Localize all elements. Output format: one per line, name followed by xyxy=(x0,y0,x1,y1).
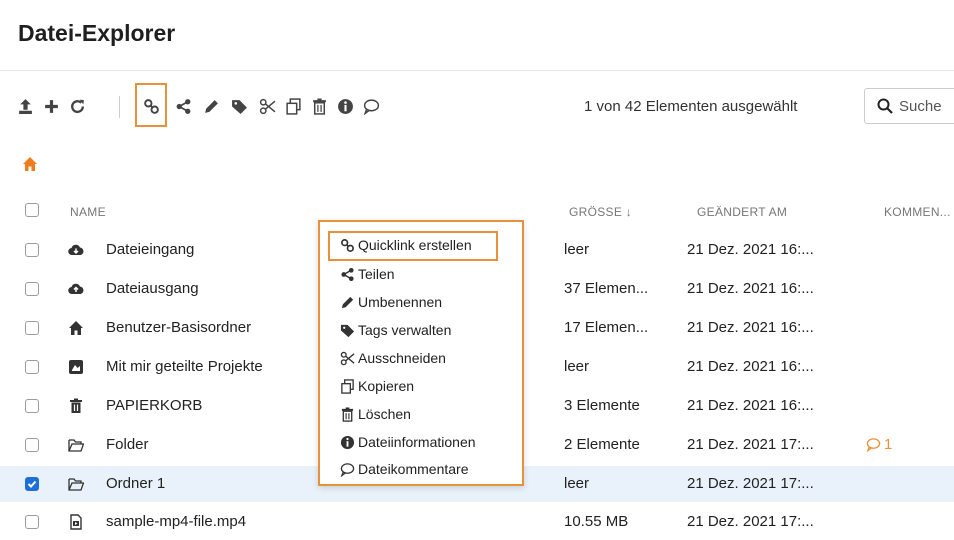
toolbar-separator xyxy=(119,96,120,118)
row-name: Ordner 1 xyxy=(106,475,166,492)
menu-item-label: Dateiinformationen xyxy=(358,434,476,450)
row-size: 17 Elemen... xyxy=(564,319,649,336)
column-header-date[interactable]: GEÄNDERT AM xyxy=(697,205,787,219)
quicklink-icon[interactable] xyxy=(140,88,162,124)
row-date: 21 Dez. 2021 16:... xyxy=(687,397,814,414)
menu-item-comments[interactable]: Dateikommentare xyxy=(340,458,469,480)
select-all-checkbox[interactable] xyxy=(25,203,39,217)
row-date: 21 Dez. 2021 17:... xyxy=(687,513,814,530)
column-header-comments[interactable]: KOMMEN... xyxy=(884,205,951,219)
menu-item-rename[interactable]: Umbenennen xyxy=(340,291,442,313)
plus-icon[interactable] xyxy=(40,88,62,124)
trash-icon xyxy=(341,406,354,422)
comment-icon xyxy=(340,462,355,477)
row-date: 21 Dez. 2021 16:... xyxy=(687,319,814,336)
menu-item-cut[interactable]: Ausschneiden xyxy=(340,347,446,369)
info-icon xyxy=(340,435,355,449)
video-file-icon xyxy=(70,514,82,530)
shared-projects-icon xyxy=(69,360,83,374)
row-date: 21 Dez. 2021 16:... xyxy=(687,241,814,258)
trash-icon xyxy=(70,398,82,413)
menu-item-file-info[interactable]: Dateiinformationen xyxy=(340,431,476,453)
menu-item-label: Löschen xyxy=(358,406,411,422)
pencil-icon xyxy=(341,296,354,308)
menu-item-share[interactable]: Teilen xyxy=(340,263,395,285)
row-size: 2 Elemente xyxy=(564,436,640,453)
folder-icon xyxy=(68,439,84,452)
row-name: Mit mir geteilte Projekte xyxy=(106,358,263,375)
refresh-icon[interactable] xyxy=(66,88,88,124)
column-header-name[interactable]: NAME xyxy=(70,205,106,219)
row-checkbox[interactable] xyxy=(25,515,39,529)
row-checkbox[interactable] xyxy=(25,399,39,413)
share-icon[interactable] xyxy=(172,88,194,124)
menu-item-delete[interactable]: Löschen xyxy=(340,403,411,425)
row-checkbox[interactable] xyxy=(25,243,39,257)
row-checkbox[interactable] xyxy=(25,360,39,374)
selection-info: 1 von 42 Elementen ausgewählt xyxy=(584,98,798,115)
comment-count[interactable]: 1 xyxy=(866,436,892,453)
menu-item-label: Quicklink erstellen xyxy=(358,237,472,253)
search-input[interactable] xyxy=(899,95,954,117)
tag-icon[interactable] xyxy=(228,88,250,124)
menu-item-label: Tags verwalten xyxy=(358,322,452,338)
search-box[interactable] xyxy=(864,88,954,124)
home-icon[interactable] xyxy=(22,156,38,172)
row-checkbox[interactable] xyxy=(25,282,39,296)
row-name: PAPIERKORB xyxy=(106,397,203,414)
row-size: leer xyxy=(564,241,590,258)
menu-item-copy[interactable]: Kopieren xyxy=(340,375,414,397)
upload-icon[interactable] xyxy=(14,88,36,124)
info-icon[interactable] xyxy=(334,88,356,124)
row-size: leer xyxy=(564,475,590,492)
menu-item-tags[interactable]: Tags verwalten xyxy=(340,319,451,341)
row-name: Dateiausgang xyxy=(106,280,199,297)
cloud-upload-icon xyxy=(68,283,84,295)
row-size: 10.55 MB xyxy=(564,513,629,530)
row-size: 37 Elemen... xyxy=(564,280,649,297)
comment-icon[interactable] xyxy=(360,88,382,124)
share-icon xyxy=(341,267,354,281)
row-name: Folder xyxy=(106,436,149,453)
row-date: 21 Dez. 2021 17:... xyxy=(687,475,814,492)
trash-icon[interactable] xyxy=(308,88,330,124)
menu-item-label: Kopieren xyxy=(358,378,415,394)
pencil-icon[interactable] xyxy=(200,88,222,124)
row-checkbox[interactable] xyxy=(25,438,39,452)
page-title: Datei-Explorer xyxy=(18,20,176,46)
search-icon xyxy=(877,98,893,114)
copy-icon xyxy=(341,378,354,394)
scissors-icon xyxy=(340,351,355,365)
menu-item-label: Teilen xyxy=(358,266,395,282)
copy-icon[interactable] xyxy=(282,88,304,124)
scissors-icon[interactable] xyxy=(256,88,278,124)
menu-item-label: Ausschneiden xyxy=(358,350,446,366)
toolbar xyxy=(14,83,574,127)
menu-item-label: Dateikommentare xyxy=(358,461,469,477)
column-header-size[interactable]: GRÖSSE ↓ xyxy=(569,205,632,219)
menu-item-quicklink[interactable]: Quicklink erstellen xyxy=(340,234,472,256)
quicklink-icon xyxy=(341,238,354,252)
row-name: sample-mp4-file.mp4 xyxy=(106,513,247,530)
menu-item-label: Umbenennen xyxy=(358,294,443,310)
row-checkbox[interactable] xyxy=(25,477,39,491)
comment-count-value: 1 xyxy=(884,436,893,453)
row-name: Dateieingang xyxy=(106,241,195,258)
row-date: 21 Dez. 2021 16:... xyxy=(687,280,814,297)
folder-icon xyxy=(68,478,84,491)
row-size: leer xyxy=(564,358,590,375)
row-date: 21 Dez. 2021 16:... xyxy=(687,358,814,375)
home-icon xyxy=(69,321,83,335)
tag-icon xyxy=(340,324,355,337)
row-name: Benutzer-Basisordner xyxy=(106,319,252,336)
row-size: 3 Elemente xyxy=(564,397,640,414)
comment-icon xyxy=(866,438,881,452)
cloud-download-icon xyxy=(68,244,84,256)
context-menu: Quicklink erstellen Teilen Umbenennen Ta… xyxy=(318,220,524,486)
row-date: 21 Dez. 2021 17:... xyxy=(687,436,814,453)
title-bar: Datei-Explorer xyxy=(0,0,954,71)
row-checkbox[interactable] xyxy=(25,321,39,335)
table-row[interactable]: sample-mp4-file.mp4 10.55 MB 21 Dez. 202… xyxy=(0,504,954,540)
